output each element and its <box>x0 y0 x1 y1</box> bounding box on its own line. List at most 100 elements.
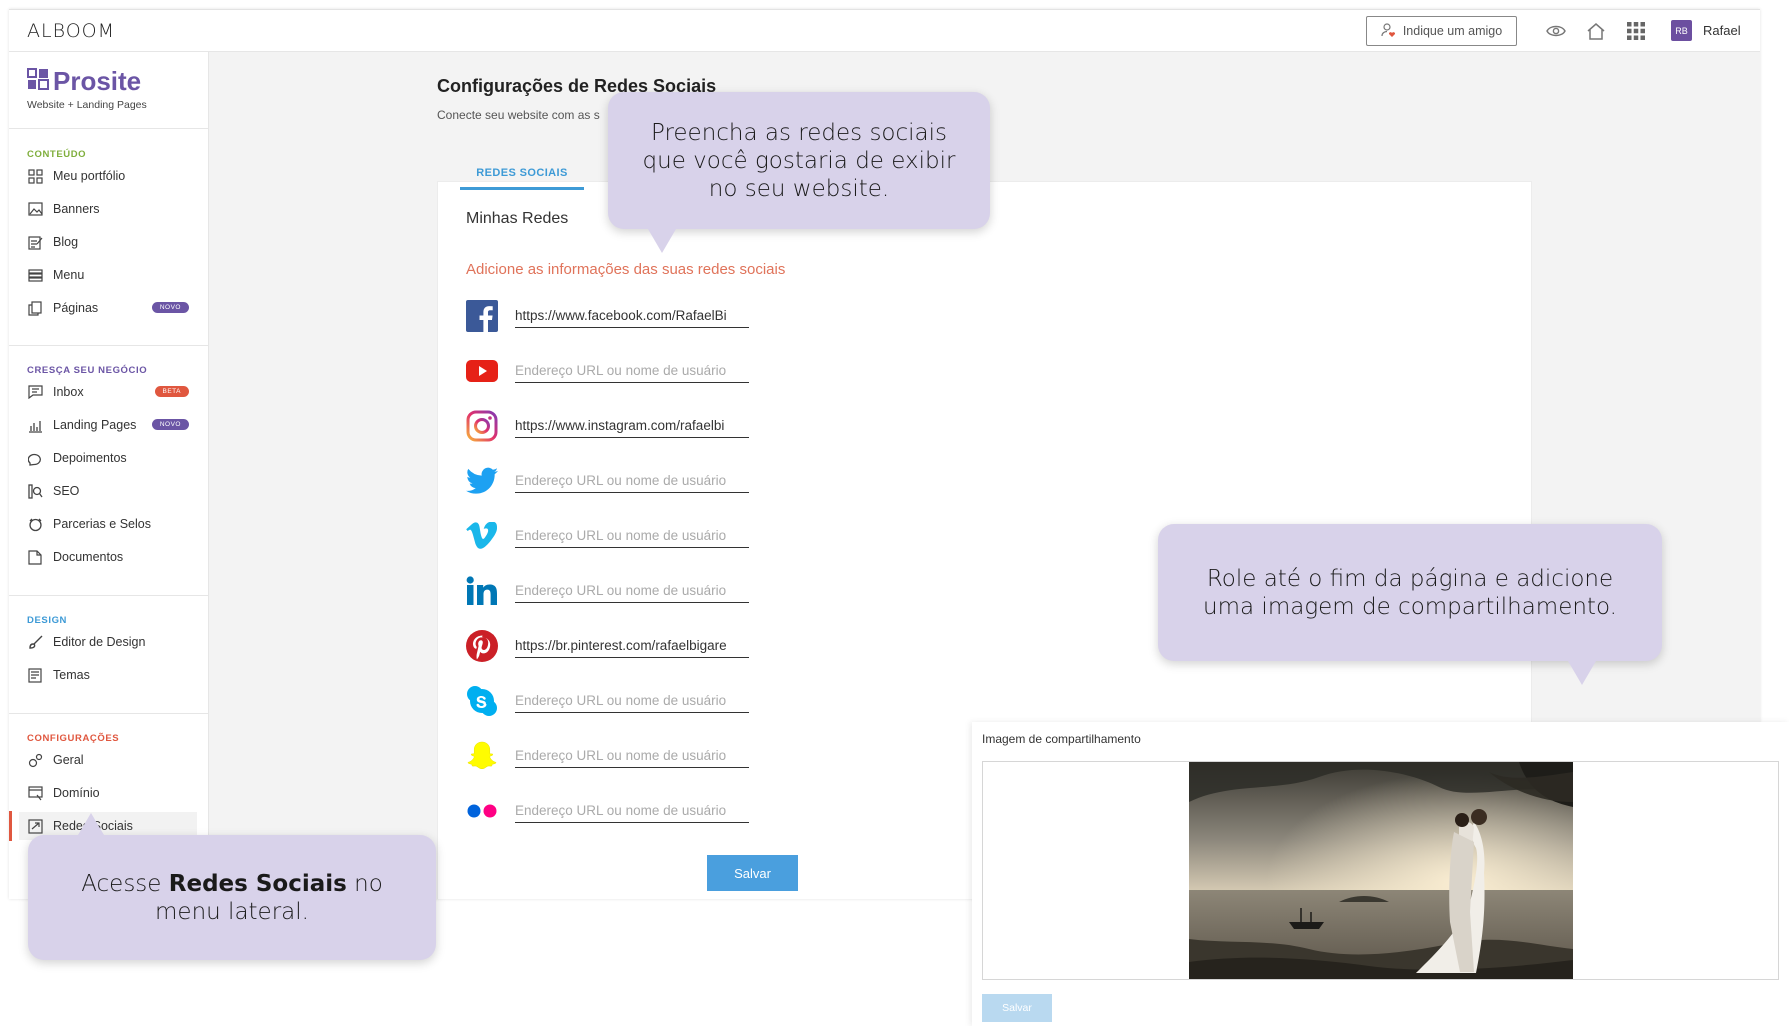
tooltip-text-bold: Redes Sociais <box>168 870 347 897</box>
pages-icon <box>27 300 43 316</box>
tooltip-text: Acesse Redes Sociais no menu lateral. <box>28 870 436 926</box>
active-indicator <box>9 811 12 841</box>
tab-redes-sociais[interactable]: REDES SOCIAIS <box>460 158 584 190</box>
new-badge: NOVO <box>151 419 189 430</box>
edit-note-icon <box>27 234 43 250</box>
sidebar-item-temas[interactable]: Temas <box>27 661 197 689</box>
instagram-url-input[interactable] <box>515 414 749 438</box>
sidebar-item-label: Menu <box>53 268 85 282</box>
share-image-label: Imagem de compartilhamento <box>982 732 1141 746</box>
sidebar: Prosite Website + Landing Pages CONTEÚDO… <box>9 52 209 899</box>
sidebar-item-portfolio[interactable]: Meu portfólio <box>27 162 197 190</box>
tooltip-tail <box>78 813 104 835</box>
sidebar-item-menu[interactable]: Menu <box>27 261 197 289</box>
divider <box>9 128 209 129</box>
skype-icon <box>466 685 498 717</box>
sidebar-item-seo[interactable]: SEO <box>27 477 197 505</box>
sidebar-item-label: Editor de Design <box>53 635 146 649</box>
top-bar: ALBOOM Indique um amigo RB Rafael <box>9 10 1760 52</box>
sidebar-item-documentos[interactable]: Documentos <box>27 543 197 571</box>
sidebar-item-label: Páginas <box>53 301 99 315</box>
save-button[interactable]: Salvar <box>707 855 798 891</box>
skype-url-input[interactable] <box>515 689 749 713</box>
beta-badge: BETA <box>154 386 189 397</box>
sidebar-item-parcerias[interactable]: Parcerias e Selos <box>27 510 197 538</box>
eye-icon[interactable] <box>1545 20 1567 42</box>
gears-icon <box>27 752 43 768</box>
apps-grid-icon[interactable] <box>1625 20 1647 42</box>
pinterest-icon <box>466 630 498 662</box>
sidebar-item-editor-design[interactable]: Editor de Design <box>27 628 197 656</box>
vimeo-url-input[interactable] <box>515 524 749 548</box>
sidebar-item-label: Meu portfólio <box>53 169 126 183</box>
divider <box>9 713 209 714</box>
share-save-button[interactable]: Salvar <box>982 994 1052 1022</box>
twitter-url-input[interactable] <box>515 469 749 493</box>
brand-name: Prosite <box>53 66 142 96</box>
sidebar-item-label: Blog <box>53 235 79 249</box>
snapchat-url-input[interactable] <box>515 744 749 768</box>
sidebar-item-label: Geral <box>53 753 84 767</box>
user-name[interactable]: Rafael <box>1703 23 1741 38</box>
network-row-youtube <box>466 347 1286 395</box>
facebook-url-input[interactable] <box>515 304 749 328</box>
section-title-cresca: CRESÇA SEU NEGÓCIO <box>27 365 148 376</box>
section-title-conteudo: CONTEÚDO <box>27 149 87 160</box>
sidebar-item-blog[interactable]: Blog <box>27 228 197 256</box>
new-badge: NOVO <box>151 302 189 313</box>
brush-icon <box>27 634 43 650</box>
tooltip-tail <box>1568 661 1596 685</box>
share-image-dropzone[interactable] <box>982 761 1779 980</box>
sidebar-item-landing-pages[interactable]: Landing Pages NOVO <box>27 411 197 439</box>
sidebar-item-dominio[interactable]: Domínio <box>27 779 197 807</box>
pinterest-url-input[interactable] <box>515 634 749 658</box>
testimonial-icon <box>27 450 43 466</box>
sidebar-item-banners[interactable]: Banners <box>27 195 197 223</box>
refer-friend-button[interactable]: Indique um amigo <box>1366 16 1517 46</box>
share-image-panel: Imagem de compartilhamento Salvar <box>972 722 1789 1026</box>
theme-icon <box>27 667 43 683</box>
sidebar-item-label: SEO <box>53 484 80 498</box>
sidebar-item-depoimentos[interactable]: Depoimentos <box>27 444 197 472</box>
page-subtitle: Conecte seu website com as s <box>437 108 600 122</box>
seo-search-icon <box>27 483 43 499</box>
share-image-photo <box>1189 762 1573 979</box>
user-avatar[interactable]: RB <box>1671 20 1692 41</box>
prosite-brand[interactable]: Prosite Website + Landing Pages <box>27 66 147 111</box>
home-icon[interactable] <box>1585 20 1607 42</box>
tooltip-access-menu: Acesse Redes Sociais no menu lateral. <box>28 813 436 960</box>
network-row-instagram <box>466 402 1286 450</box>
network-row-skype <box>466 677 1286 725</box>
alboom-logo[interactable]: ALBOOM <box>27 20 115 42</box>
network-row-facebook <box>466 292 1286 340</box>
card-title: Minhas Redes <box>466 210 569 227</box>
linkedin-icon <box>466 575 498 607</box>
sidebar-item-label: Landing Pages <box>53 418 137 432</box>
facebook-icon <box>466 300 498 332</box>
flickr-icon <box>466 795 498 827</box>
menu-icon <box>27 267 43 283</box>
document-icon <box>27 549 43 565</box>
section-title-design: DESIGN <box>27 615 68 626</box>
youtube-url-input[interactable] <box>515 359 749 383</box>
bar-chart-icon <box>27 417 43 433</box>
image-icon <box>27 201 43 217</box>
sidebar-item-geral[interactable]: Geral <box>27 746 197 774</box>
linkedin-url-input[interactable] <box>515 579 749 603</box>
user-heart-icon <box>1381 22 1397 41</box>
tooltip-text-part: Acesse <box>81 870 162 897</box>
chat-icon <box>27 384 43 400</box>
domain-icon <box>27 785 43 801</box>
instagram-icon <box>466 410 498 442</box>
tooltip-tail <box>648 229 676 253</box>
flickr-url-input[interactable] <box>515 799 749 823</box>
vimeo-icon <box>466 520 498 552</box>
snapchat-icon <box>466 740 498 772</box>
sidebar-item-inbox[interactable]: Inbox BETA <box>27 378 197 406</box>
divider <box>9 595 209 596</box>
network-row-twitter <box>466 457 1286 505</box>
twitter-icon <box>466 465 498 497</box>
sidebar-item-label: Depoimentos <box>53 451 127 465</box>
sidebar-item-label: Temas <box>53 668 90 682</box>
sidebar-item-paginas[interactable]: Páginas NOVO <box>27 294 197 322</box>
